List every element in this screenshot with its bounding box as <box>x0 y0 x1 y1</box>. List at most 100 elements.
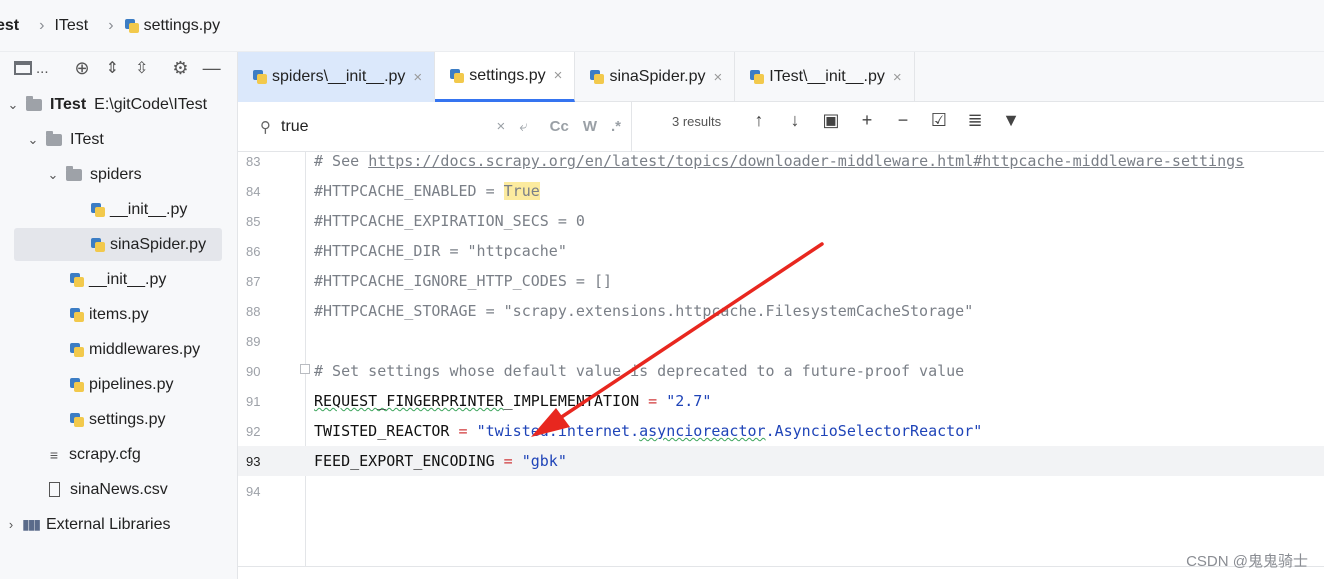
tab-label: settings.py <box>469 66 546 84</box>
arrow-down-icon[interactable]: ↓ <box>784 110 806 131</box>
remove-occurrence-icon[interactable]: − <box>892 110 914 131</box>
match-case-toggle[interactable]: Cc <box>550 118 569 135</box>
code-line[interactable]: 88 #HTTPCACHE_STORAGE = "scrapy.extensio… <box>238 296 1324 326</box>
code-text: # Set settings whose default value is de… <box>314 362 965 380</box>
code-text: #HTTPCACHE_STORAGE = "scrapy.extensions.… <box>314 302 974 320</box>
line-number: 84 <box>246 183 261 199</box>
tree-item-path: E:\gitCode\ITest <box>94 95 208 113</box>
code-line-current[interactable]: 93 FEED_EXPORT_ENCODING = "gbk" <box>238 446 1324 476</box>
tree-item-sinanews-csv[interactable]: sinaNews.csv <box>0 473 237 506</box>
python-file-icon <box>90 202 106 218</box>
project-view-icon[interactable] <box>14 61 32 75</box>
code-text: #HTTPCACHE_DIR = "httpcache" <box>314 242 567 260</box>
tree-item-label: middlewares.py <box>89 340 201 358</box>
arrow-up-icon[interactable]: ↑ <box>748 110 770 131</box>
tab-settings[interactable]: settings.py × <box>435 52 576 102</box>
editor-tabs: spiders\__init__.py × settings.py × sina… <box>238 52 1324 102</box>
watermark: CSDN @鬼鬼骑士 <box>1186 553 1308 570</box>
python-file-icon <box>69 342 85 358</box>
tree-item-label: sinaNews.csv <box>70 480 168 498</box>
code-line[interactable]: 87 #HTTPCACHE_IGNORE_HTTP_CODES = [] <box>238 266 1324 296</box>
tree-item-itest-folder[interactable]: ⌄ ITest <box>0 123 237 156</box>
tree-item-spiders-init[interactable]: __init__.py <box>0 193 237 226</box>
tree-item-spiders[interactable]: ⌄ spiders <box>0 158 237 191</box>
locate-icon[interactable]: ⊕ <box>75 58 90 79</box>
code-line[interactable]: 90 # Set settings whose default value is… <box>238 356 1324 386</box>
replace-toggle-icon[interactable]: ⤶ <box>519 118 527 135</box>
close-icon[interactable]: × <box>554 67 563 84</box>
search-query[interactable]: true <box>281 118 309 136</box>
tree-item-external-libraries[interactable]: › ▮▮▮ External Libraries <box>0 508 237 541</box>
chevron-right-icon: › <box>39 16 45 34</box>
tree-item-scrapy-cfg[interactable]: ≡ scrapy.cfg <box>0 438 237 471</box>
folder-icon <box>46 130 62 146</box>
tree-item-settings[interactable]: settings.py <box>0 403 237 436</box>
python-file-icon <box>252 69 268 85</box>
breadcrumb-item-file[interactable]: settings.py <box>124 17 220 35</box>
regex-toggle[interactable]: .* <box>611 118 621 135</box>
code-line[interactable]: 84 #HTTPCACHE_ENABLED = True <box>238 176 1324 206</box>
add-occurrence-icon[interactable]: + <box>856 110 878 131</box>
search-options: × ⤶ Cc W .* <box>496 118 621 135</box>
tree-item-init[interactable]: __init__.py <box>0 263 237 296</box>
tab-spiders-init[interactable]: spiders\__init__.py × <box>238 52 436 102</box>
code-text: TWISTED_REACTOR = "twisted.internet.asyn… <box>314 422 983 440</box>
tree-item-middlewares[interactable]: middlewares.py <box>0 333 237 366</box>
tree-item-label: sinaSpider.py <box>110 235 207 253</box>
code-line[interactable]: 85 #HTTPCACHE_EXPIRATION_SECS = 0 <box>238 206 1324 236</box>
tab-sinaspider[interactable]: sinaSpider.py × <box>575 52 736 102</box>
expand-all-icon[interactable]: ⇕ <box>106 58 119 78</box>
collapse-all-icon[interactable]: ⇳ <box>135 58 148 78</box>
whole-words-toggle[interactable]: W <box>583 118 597 135</box>
tree-item-items[interactable]: items.py <box>0 298 237 331</box>
docs-link[interactable]: https://docs.scrapy.org/en/latest/topics… <box>368 152 1244 170</box>
filter-options-icon[interactable]: ≣ <box>964 110 986 131</box>
chevron-down-icon[interactable]: ⌄ <box>6 97 20 113</box>
tree-item-label: ITest <box>70 130 104 148</box>
clear-icon[interactable]: × <box>496 118 505 135</box>
python-file-icon <box>69 272 85 288</box>
code-line[interactable]: 91 REQUEST_FINGERPRINTER_IMPLEMENTATION … <box>238 386 1324 416</box>
open-in-window-icon[interactable]: ▣ <box>820 110 842 131</box>
python-file-icon <box>449 68 465 84</box>
tree-item-itest-module[interactable]: ⌄ ITest E:\gitCode\ITest <box>0 88 237 121</box>
python-file-icon <box>749 69 765 85</box>
find-bar: ⚲ true × ⤶ Cc W .* 3 results ↑ ↓ ▣ + − ☑… <box>238 102 1324 152</box>
editor-bottom-border <box>238 566 1324 579</box>
search-icon[interactable]: ⚲ <box>260 118 271 136</box>
code-line[interactable]: 92 TWISTED_REACTOR = "twisted.internet.a… <box>238 416 1324 446</box>
project-toolbar: ... ⊕ ⇕ ⇳ ⚙ — <box>0 52 237 84</box>
line-number: 92 <box>246 423 261 439</box>
close-icon[interactable]: × <box>714 69 723 86</box>
find-toolbar: ↑ ↓ ▣ + − ☑ ≣ ▼ <box>748 110 1022 131</box>
code-editor[interactable]: 83 # See https://docs.scrapy.org/en/late… <box>238 152 1324 579</box>
search-match-highlight: True <box>503 182 540 200</box>
line-number: 93 <box>246 453 261 469</box>
code-line[interactable]: 89 <box>238 326 1324 356</box>
line-number: 86 <box>246 243 261 259</box>
chevron-down-icon[interactable]: ⌄ <box>26 132 40 148</box>
code-line[interactable]: 83 # See https://docs.scrapy.org/en/late… <box>238 146 1324 176</box>
search-input[interactable]: ⚲ true × ⤶ Cc W .* <box>238 102 632 152</box>
gear-icon[interactable]: ⚙ <box>172 58 188 79</box>
close-icon[interactable]: × <box>893 69 902 86</box>
line-number: 83 <box>246 153 261 169</box>
chevron-right-icon[interactable]: › <box>4 517 18 532</box>
breadcrumb-item-root[interactable]: est <box>0 17 19 35</box>
line-number: 90 <box>246 363 261 379</box>
breadcrumb-item-project[interactable]: ITest <box>54 17 88 35</box>
tree-item-sinaspider[interactable]: sinaSpider.py <box>14 228 222 261</box>
filter-icon[interactable]: ▼ <box>1000 110 1022 131</box>
code-line[interactable]: 86 #HTTPCACHE_DIR = "httpcache" <box>238 236 1324 266</box>
close-icon[interactable]: × <box>413 69 422 86</box>
tab-label: sinaSpider.py <box>609 68 706 85</box>
python-file-icon <box>589 69 605 85</box>
minimize-icon[interactable]: — <box>203 58 221 79</box>
code-line[interactable]: 94 <box>238 476 1324 506</box>
folder-icon <box>26 95 42 111</box>
tab-itest-init[interactable]: ITest\__init__.py × <box>735 52 915 102</box>
select-all-occurrences-icon[interactable]: ☑ <box>928 110 950 131</box>
chevron-down-icon[interactable]: ⌄ <box>46 167 60 183</box>
tree-item-pipelines[interactable]: pipelines.py <box>0 368 237 401</box>
project-view-dropdown[interactable]: ... <box>36 60 49 77</box>
